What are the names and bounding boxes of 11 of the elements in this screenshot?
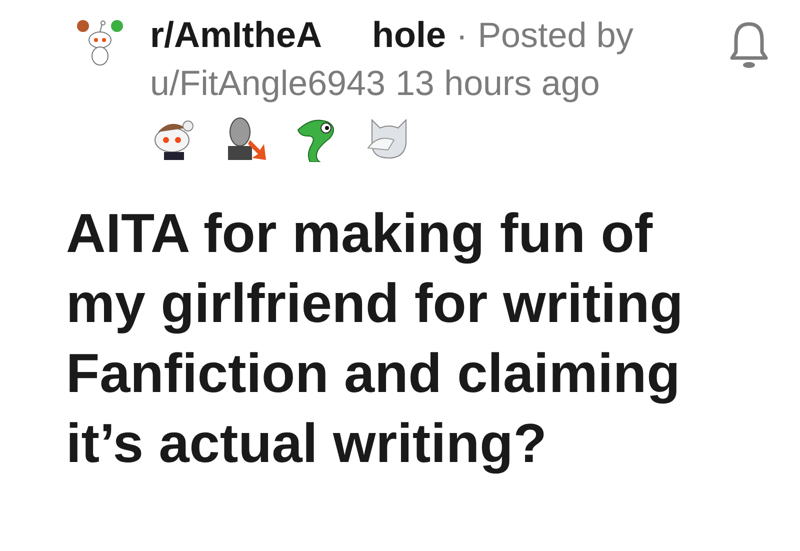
post-title-line: it’s actual writing? <box>66 411 548 476</box>
subreddit-avatar-icon[interactable] <box>76 18 124 66</box>
author-name[interactable]: u/FitAngle6943 <box>150 64 386 104</box>
post-title-line: my girlfriend for writing <box>66 271 684 336</box>
subreddit-name-start[interactable]: r/AmItheA <box>150 14 322 56</box>
subreddit-name-end[interactable]: hole <box>372 14 446 56</box>
post-title-line: Fanfiction and claiming <box>66 341 682 406</box>
posted-by-label: Posted by <box>478 16 634 56</box>
post-title-line: AITA for making fun of <box>66 201 654 266</box>
separator-dot: · <box>456 16 468 56</box>
post-time: 13 hours ago <box>395 64 600 104</box>
